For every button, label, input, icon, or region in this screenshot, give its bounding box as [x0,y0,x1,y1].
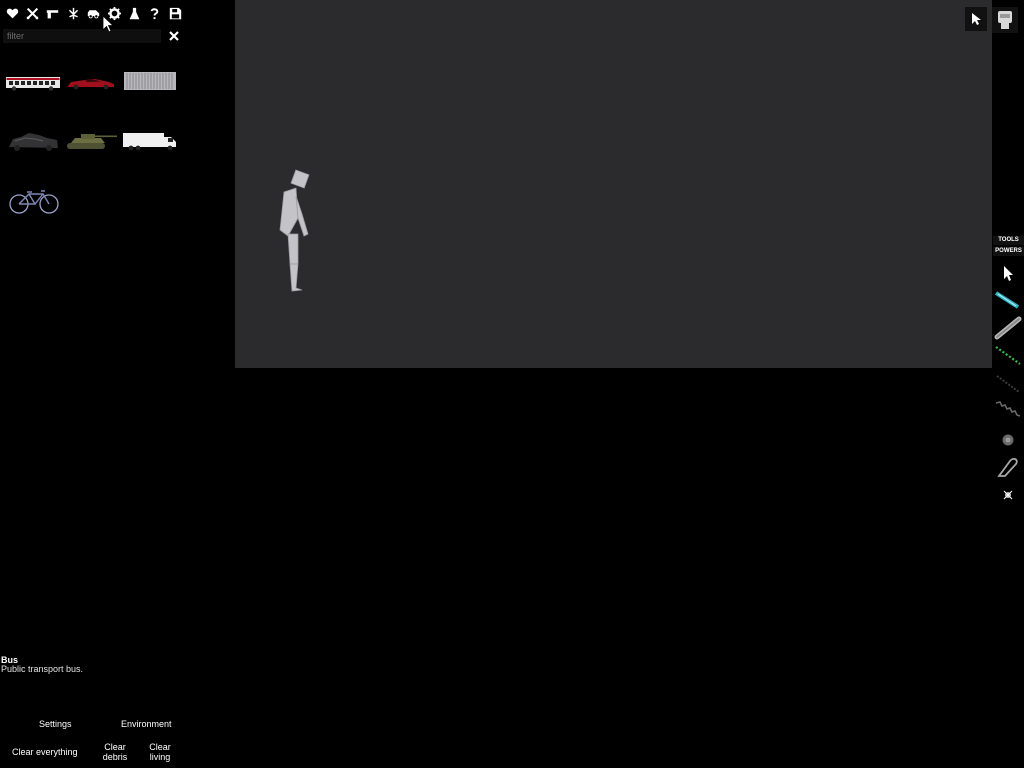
cursor-icon [1004,266,1013,281]
category-toolbar [2,3,186,23]
clear-debris-button[interactable]: Clear debris [100,742,130,762]
spring-icon [995,401,1021,417]
bus-thumbnail [6,77,60,91]
tool-loop[interactable] [994,455,1022,479]
item-tank[interactable] [62,121,120,159]
item-truck[interactable] [121,121,179,159]
rod-icon [994,316,1022,340]
tab-powers[interactable]: POWERS [993,247,1024,256]
filter-input[interactable] [3,29,161,43]
person-portrait-icon [998,11,1012,29]
category-biohazard-button[interactable] [63,3,83,23]
item-wreck[interactable] [4,121,62,159]
tab-tools[interactable]: TOOLS [993,236,1024,245]
save-icon [169,7,181,19]
cursor-icon [972,13,981,25]
category-living-button[interactable] [2,3,22,23]
settings-button[interactable]: Settings [39,719,72,729]
category-melee-button[interactable] [22,3,42,23]
red-car-thumbnail [68,79,114,90]
environment-button[interactable]: Environment [121,719,172,729]
laser-icon [994,291,1020,309]
hinge-icon [1002,434,1014,446]
rope-icon [996,375,1020,393]
filter-row [3,29,183,45]
shipping-container-thumbnail [124,72,176,90]
pointer-mode-button[interactable] [965,7,987,31]
question-icon [151,7,159,19]
portrait-button[interactable] [992,7,1018,33]
item-car[interactable] [62,62,120,100]
truck-thumbnail [123,133,176,151]
mouse-cursor-icon [102,15,114,33]
game-viewport[interactable] [235,0,992,368]
tool-pointer[interactable] [994,261,1022,285]
wreck-thumbnail [9,133,58,151]
tool-spring[interactable] [994,398,1022,422]
category-saves-button[interactable] [165,3,185,23]
tool-pin[interactable] [994,483,1022,507]
tool-hinge[interactable] [994,428,1022,452]
item-bus[interactable] [4,62,62,100]
tool-rope[interactable] [994,372,1022,396]
tank-thumbnail [67,134,117,149]
category-vehicles-button[interactable] [84,3,104,23]
selected-item-description: Public transport bus. [1,664,84,674]
item-container[interactable] [121,62,179,100]
clear-living-button[interactable]: Clear living [146,742,174,762]
ragdoll-human[interactable] [268,168,324,296]
item-bicycle[interactable] [4,181,62,219]
category-chemistry-button[interactable] [124,3,144,23]
green-wire-icon [995,346,1021,365]
tool-rod[interactable] [994,316,1022,340]
category-misc-button[interactable] [145,3,165,23]
pistol-icon [47,9,59,18]
plant-icon [68,7,78,19]
tool-wire[interactable] [994,344,1022,368]
crossed-swords-icon [26,7,39,19]
bicycle-thumbnail [9,190,59,214]
heart-icon [6,8,18,18]
pin-icon [1003,490,1013,500]
tool-laser[interactable] [994,288,1022,312]
loop-icon [997,457,1018,477]
category-firearms-button[interactable] [43,3,63,23]
sidebar: Bus Public transport bus. Settings Envir… [0,0,235,768]
clear-everything-button[interactable]: Clear everything [12,747,78,757]
flask-icon [129,7,140,19]
close-icon[interactable] [168,30,180,42]
car-icon [88,9,100,18]
